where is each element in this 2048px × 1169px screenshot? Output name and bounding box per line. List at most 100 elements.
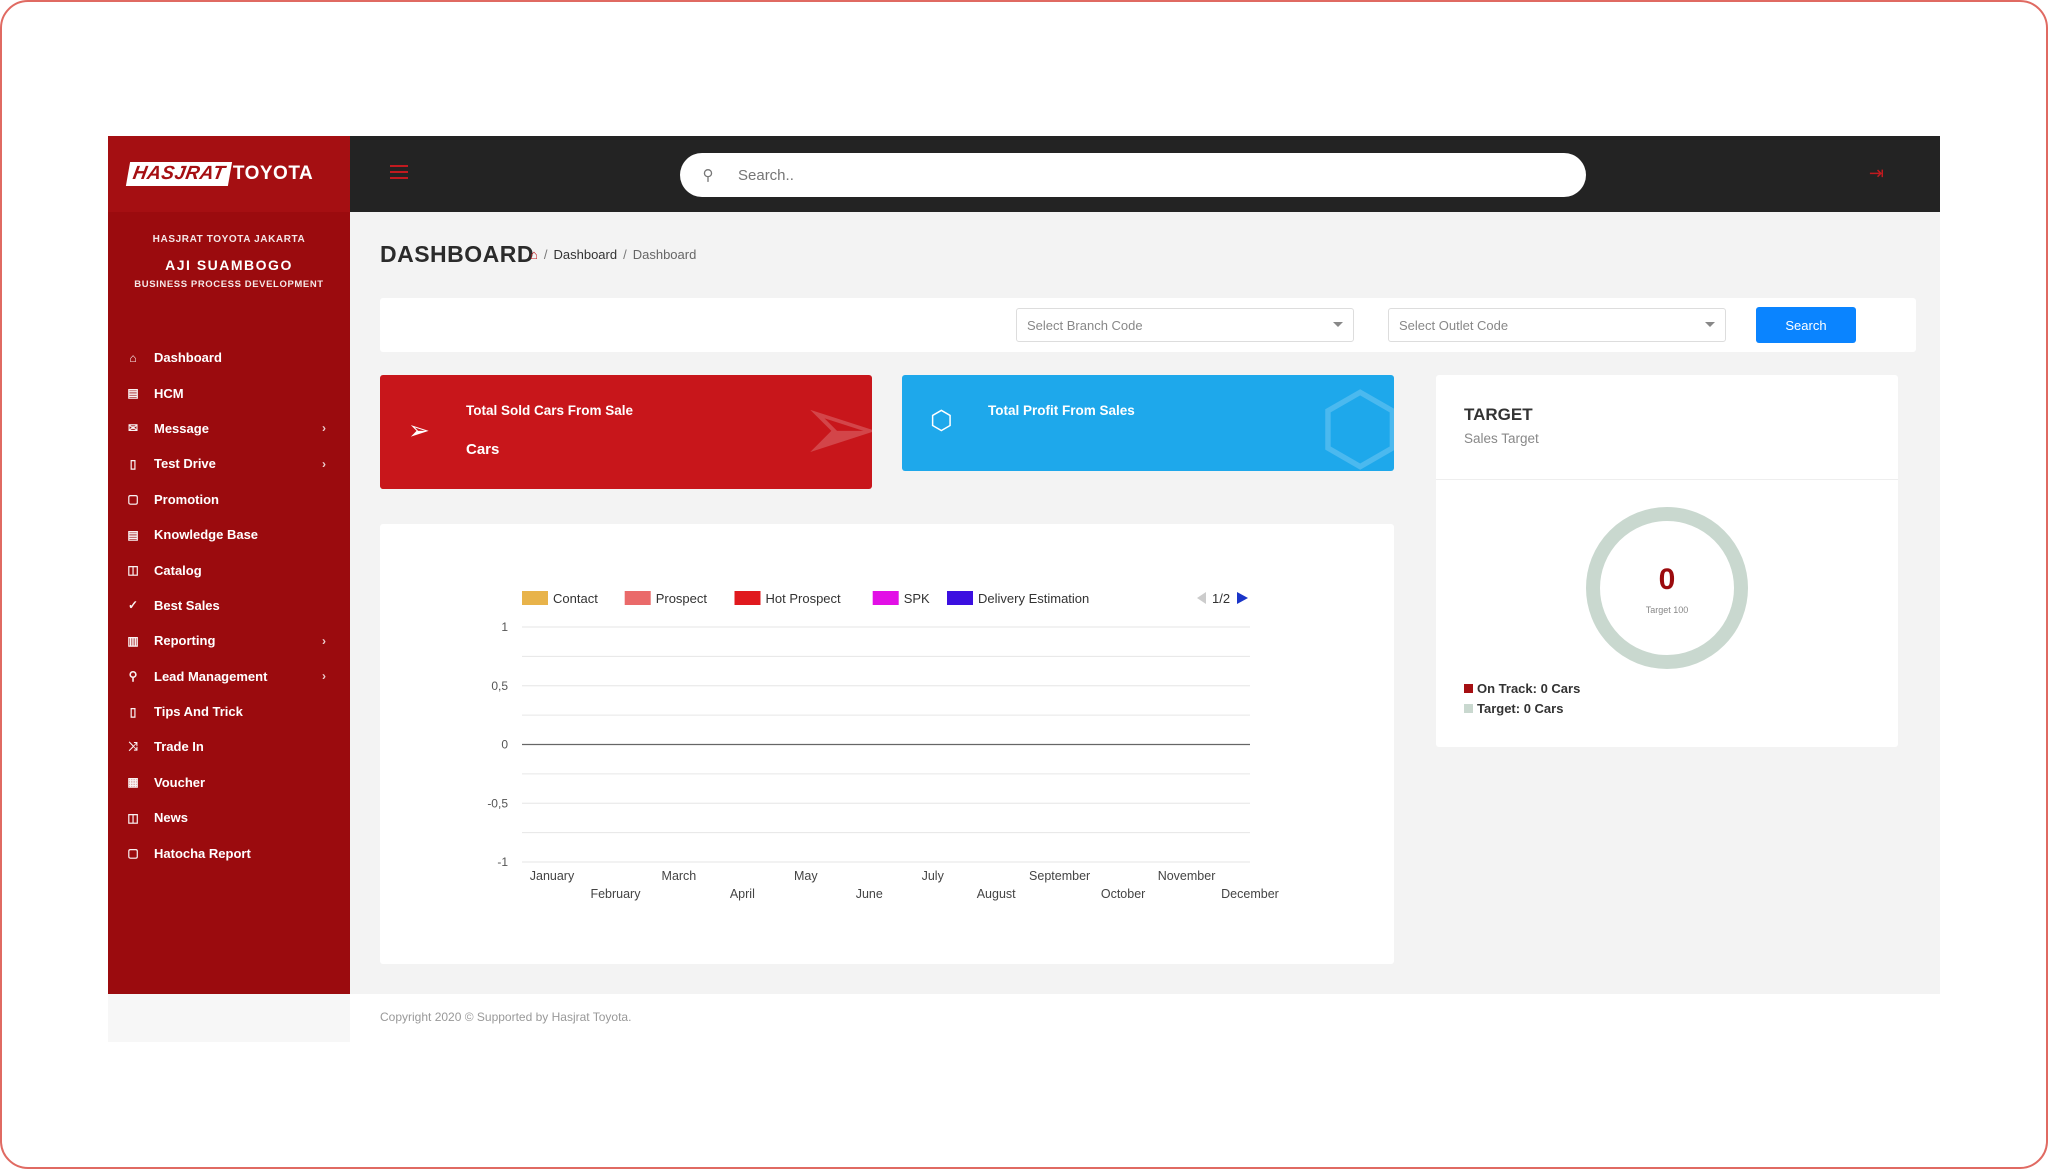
sidebar-item-label: Message [154,420,209,436]
user-icon: ⚲ [128,669,138,684]
leads-line-chart: 1 0,5 0 -0,5 -1 January February March April May J… [487,591,1279,901]
send-watermark-icon: ➢ [799,375,872,482]
sidebar-item-label: News [154,810,188,826]
total-profit-label: Total Profit From Sales [988,403,1135,418]
logo-hasjrat: HASJRAT [125,162,232,186]
sidebar-item-tips-and-trick[interactable]: ▯ Tips And Trick [108,694,350,729]
legend-swatch [947,591,973,605]
search-button[interactable]: Search [1756,307,1856,343]
chevron-right-icon: › [322,669,326,684]
thumbs-up-icon: ✓ [127,598,139,613]
search-icon: ⚲ [702,167,714,184]
legend-swatch [522,591,548,605]
topbar: ⚲ ⇥ [350,136,1940,212]
book-icon: ◫ [127,810,139,825]
profile-name: AJI SUAMBOGO [165,257,293,273]
y-tick-label: -1 [497,855,508,869]
sidebar-item-catalog[interactable]: ◫ Catalog [108,552,350,587]
logo-toyota: TOYOTA [232,163,314,184]
legend-label: SPK [904,591,930,606]
leads-chart-card: 1 0,5 0 -0,5 -1 January February March April May J… [380,524,1394,964]
sidebar-footer [108,994,350,1042]
database-icon: ▤ [127,386,139,401]
page-title: DASHBOARD [380,241,534,267]
legend-swatch [624,591,651,605]
clipboard-icon: ▢ [127,492,139,507]
ticket-icon: ▦ [127,775,139,790]
sidebar-item-promotion[interactable]: ▢ Promotion [108,482,350,517]
branch-code-select[interactable]: Select Branch Code [1016,308,1354,342]
sidebar-item-hatocha-report[interactable]: ▢ Hatocha Report [108,835,350,870]
profile-role: BUSINESS PROCESS DEVELOPMENT [134,279,324,290]
sidebar-menu: ⌂ Dashboard ▤ HCM ✉ Message › ▯ Test Drive › ▢ Prom… [108,340,350,871]
divider [1436,479,1898,480]
sidebar-item-news[interactable]: ◫ News [108,800,350,835]
sidebar-item-label: Test Drive [154,456,216,472]
sidebar-item-reporting[interactable]: ▥ Reporting › [108,623,350,658]
x-tick-label: March [662,869,697,883]
sidebar-item-label: Best Sales [154,597,220,613]
target-card: TARGET Sales Target 0 Target 100 On Trac… [1436,375,1898,747]
legend-label: Contact [553,591,598,606]
logout-icon[interactable]: ⇥ [1869,163,1884,184]
sidebar-item-label: Lead Management [154,668,268,684]
sidebar-item-trade-in[interactable]: ⤨ Trade In [108,729,350,764]
gauge-value: 0 [1658,563,1676,596]
filter-bar: Select Branch Code Select Outlet Code Se… [380,298,1916,352]
copyright-text: Copyright 2020 © Supported by Hasjrat To… [380,1010,632,1024]
legend-label: Prospect [656,591,708,606]
y-tick-label: -0,5 [487,796,508,810]
x-tick-label: September [1029,869,1090,883]
home-icon[interactable]: ⌂ [530,247,538,262]
breadcrumb-separator: / [543,247,548,262]
global-search[interactable]: ⚲ [680,153,1586,197]
chevron-right-icon: › [322,633,326,648]
footer: Copyright 2020 © Supported by Hasjrat To… [350,994,1940,1042]
brand-logo[interactable]: HASJRAT TOYOTA [125,162,314,186]
profile-company: HASJRAT TOYOTA JAKARTA [152,234,306,245]
sidebar-item-label: Reporting [154,633,216,649]
sidebar-item-knowledge-base[interactable]: ▤ Knowledge Base [108,517,350,552]
sold-cars-unit: Cars [466,441,500,458]
legend-swatch [872,591,899,605]
sidebar-item-label: Trade In [154,739,204,755]
x-tick-label: October [1101,887,1145,901]
legend-page-indicator: 1/2 [1212,591,1230,606]
sidebar-item-hcm[interactable]: ▤ HCM [108,375,350,410]
outlet-code-select[interactable]: Select Outlet Code [1388,308,1726,342]
x-tick-label: November [1158,869,1216,883]
x-tick-label: December [1221,887,1279,901]
file-icon: ▥ [127,633,139,648]
sidebar-item-label: Voucher [154,774,206,790]
sidebar-item-voucher[interactable]: ▦ Voucher [108,765,350,800]
box-icon: ⬡ [930,405,953,435]
sidebar-item-label: Promotion [154,491,219,507]
x-tick-label: July [922,869,945,883]
home-icon: ⌂ [129,350,137,365]
hamburger-menu-icon[interactable] [390,165,408,179]
sidebar-item-label: HCM [154,385,184,401]
x-tick-label: January [530,869,575,883]
sidebar-item-message[interactable]: ✉ Message › [108,411,350,446]
sidebar-item-label: Knowledge Base [154,527,259,543]
legend-next-icon[interactable] [1237,592,1248,604]
sidebar-item-label: Tips And Trick [154,704,243,720]
total-profit-card: ⬡ Total Profit From Sales ⬡ [902,375,1394,471]
sold-cars-card: ➢ Total Sold Cars From Sale Cars ➢ [380,375,872,489]
breadcrumb-separator: / [623,247,627,262]
search-input[interactable] [736,165,1540,185]
sidebar-item-test-drive[interactable]: ▯ Test Drive › [108,446,350,481]
shuffle-icon: ⤨ [128,739,138,754]
sidebar-item-best-sales[interactable]: ✓ Best Sales [108,588,350,623]
breadcrumb-current: Dashboard [632,247,697,262]
legend-label: Hot Prospect [766,591,842,606]
branch-code-placeholder: Select Branch Code [1027,317,1143,333]
tablet-icon: ▯ [129,704,137,719]
sold-cars-label: Total Sold Cars From Sale [466,403,634,418]
target-subtitle: Sales Target [1464,431,1539,446]
sidebar-item-lead-management[interactable]: ⚲ Lead Management › [108,659,350,694]
breadcrumb-item-dashboard[interactable]: Dashboard [553,247,617,262]
legend-label: Delivery Estimation [978,591,1089,606]
x-tick-label: May [794,869,818,883]
sidebar-item-dashboard[interactable]: ⌂ Dashboard [108,340,350,375]
